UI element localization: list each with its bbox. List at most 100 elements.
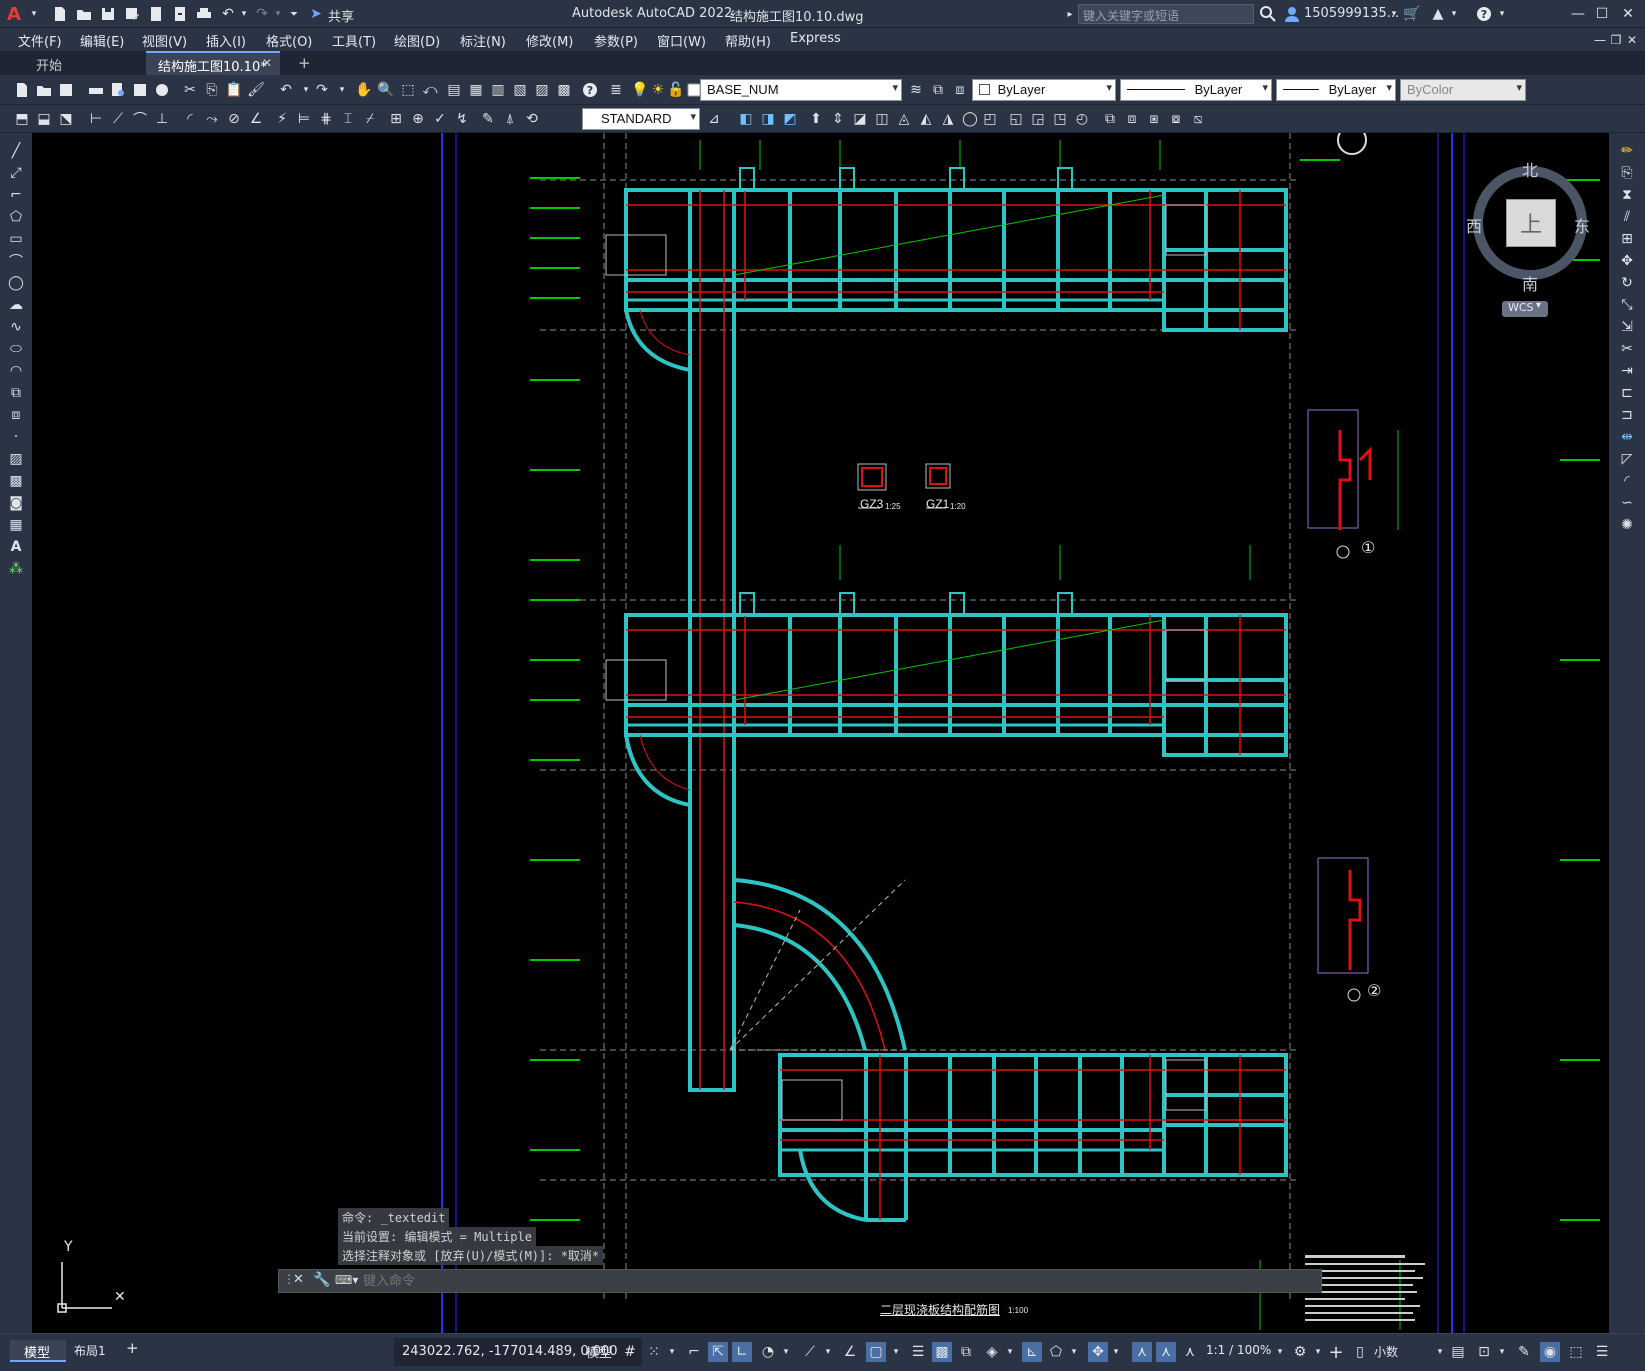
osnap-dropdown-icon[interactable]: ▾: [886, 1342, 906, 1362]
dim-break-icon[interactable]: ⌿: [360, 109, 380, 129]
layer-dropdown[interactable]: BASE_NUM ▾: [700, 79, 902, 101]
plotstyle-dropdown[interactable]: ByColor ▾: [1400, 79, 1526, 101]
match-properties-icon[interactable]: 🖌: [246, 80, 266, 100]
presspull-icon[interactable]: ⇕: [828, 109, 848, 129]
dynamic-ucs-icon[interactable]: ⊾: [1022, 1342, 1042, 1362]
auto-scale-icon[interactable]: ⋏: [1156, 1342, 1176, 1362]
preview-icon[interactable]: [108, 80, 128, 100]
design-center-icon[interactable]: ▦: [466, 80, 486, 100]
dynamic-input-icon[interactable]: ⇱: [708, 1342, 728, 1362]
break-icon[interactable]: ⊐: [1617, 405, 1637, 425]
new-file-icon[interactable]: [50, 4, 70, 24]
baseline-dim-icon[interactable]: ⊨: [294, 109, 314, 129]
clip-icon[interactable]: ⧆: [1144, 109, 1164, 129]
pan-icon[interactable]: ✋: [354, 80, 374, 100]
save-icon[interactable]: [98, 4, 118, 24]
layer-properties-icon[interactable]: ≣: [606, 80, 626, 100]
tolerance-icon[interactable]: ⊞: [386, 109, 406, 129]
menu-file[interactable]: 文件(F): [18, 31, 62, 50]
aligned-dim-icon[interactable]: ⟋: [108, 109, 128, 129]
3d-osnap-dropdown-icon[interactable]: ▾: [1000, 1342, 1020, 1362]
wcs-menu[interactable]: WCS ▾: [1502, 300, 1548, 317]
maximize-icon[interactable]: ☐: [1592, 4, 1612, 24]
array-icon[interactable]: ⊞: [1617, 229, 1637, 249]
app-dropdown-icon[interactable]: ▾: [1444, 4, 1464, 24]
gizmo-icon[interactable]: ✥: [1088, 1342, 1108, 1362]
mirror-icon[interactable]: ⧗: [1617, 185, 1637, 205]
minimize-icon[interactable]: —: [1568, 4, 1588, 24]
angular-dim-icon[interactable]: ∠: [246, 109, 266, 129]
units-icon[interactable]: ▯: [1350, 1342, 1370, 1362]
lock-ui-dropdown-icon[interactable]: ▾: [1492, 1342, 1512, 1362]
help-dropdown-icon[interactable]: ▾: [1492, 4, 1512, 24]
shell-icon[interactable]: ◮: [938, 109, 958, 129]
print-icon[interactable]: [86, 80, 106, 100]
viewcube-south[interactable]: 南: [1522, 271, 1538, 295]
close-icon[interactable]: ✕: [1618, 4, 1638, 24]
dim-edit-icon[interactable]: ✎: [478, 109, 498, 129]
center-mark-icon[interactable]: ⊕: [408, 109, 428, 129]
search-expand-icon[interactable]: ▸: [1060, 4, 1080, 24]
command-close-icon[interactable]: ✕: [293, 1272, 304, 1287]
tool-palettes-icon[interactable]: ▥: [488, 80, 508, 100]
explode-icon[interactable]: ✺: [1617, 515, 1637, 535]
color-dropdown[interactable]: ByLayer ▾: [972, 79, 1116, 101]
isodraft-dropdown-icon[interactable]: ▾: [818, 1342, 838, 1362]
properties-icon[interactable]: ▤: [444, 80, 464, 100]
lights-icon[interactable]: ◴: [1072, 109, 1092, 129]
layer-unlock-icon[interactable]: 🔓: [666, 80, 686, 100]
annotation-scale-value[interactable]: 1:1 / 100%: [1206, 1343, 1271, 1357]
inspection-icon[interactable]: ✓: [430, 109, 450, 129]
linear-dim-icon[interactable]: ⊢: [86, 109, 106, 129]
radius-dim-icon[interactable]: ◜: [180, 109, 200, 129]
tab-start[interactable]: 开始: [22, 51, 142, 75]
3d-osnap-icon[interactable]: ◈: [982, 1342, 1002, 1362]
offset-icon[interactable]: ⫽: [1617, 207, 1637, 227]
add-selected-icon[interactable]: ⁂: [6, 559, 26, 579]
selection-cycling-icon[interactable]: ⧉: [956, 1342, 976, 1362]
grid-icon[interactable]: #: [620, 1342, 640, 1362]
insert-block-icon[interactable]: ⧉: [1100, 109, 1120, 129]
selection-filter-icon[interactable]: ⬠: [1046, 1342, 1066, 1362]
make-current-layer-icon[interactable]: ≋: [906, 80, 926, 100]
polar-dropdown-icon[interactable]: ▾: [776, 1342, 796, 1362]
material-icon[interactable]: ◳: [1050, 109, 1070, 129]
sheet-set-icon[interactable]: ▧: [510, 80, 530, 100]
frames-icon[interactable]: ⧅: [1188, 109, 1208, 129]
new-tab-button[interactable]: +: [298, 54, 311, 72]
viewcube-east[interactable]: 东: [1574, 213, 1590, 237]
menu-dimension[interactable]: 标注(N): [460, 31, 506, 50]
help-search-input[interactable]: 键入关键字或短语: [1078, 4, 1254, 24]
autocad-logo-icon[interactable]: A: [4, 4, 24, 25]
spline-icon[interactable]: ∿: [6, 317, 26, 337]
menu-insert[interactable]: 插入(I): [206, 31, 246, 50]
diameter-dim-icon[interactable]: ⊘: [224, 109, 244, 129]
help-toolbar-icon[interactable]: ?: [580, 80, 600, 100]
viewcube-north[interactable]: 北: [1522, 157, 1538, 181]
plot-icon[interactable]: [194, 4, 214, 24]
command-prompt-icon[interactable]: ⌨▾: [335, 1273, 358, 1287]
fillet-icon[interactable]: ◜: [1617, 471, 1637, 491]
annotation-visibility-icon[interactable]: ⋏: [1132, 1342, 1152, 1362]
redo-list-icon[interactable]: ▾: [332, 80, 352, 100]
zoom-window-icon[interactable]: ⬚: [398, 80, 418, 100]
web-mobile-icon[interactable]: [146, 4, 166, 24]
box-icon[interactable]: ◧: [736, 109, 756, 129]
break-at-point-icon[interactable]: ⊏: [1617, 383, 1637, 403]
add-layout-button[interactable]: +: [126, 1339, 139, 1357]
scale-dropdown-icon[interactable]: ▾: [1270, 1342, 1290, 1362]
dim-style-dropdown[interactable]: STANDARD ▾: [582, 108, 700, 130]
check-icon[interactable]: ◰: [980, 109, 1000, 129]
graphics-performance-icon[interactable]: ◉: [1540, 1342, 1560, 1362]
insert-block-left-icon[interactable]: ⧉: [6, 383, 26, 403]
jogged-dim-icon[interactable]: ⤳: [202, 109, 222, 129]
help-icon[interactable]: ?: [1474, 4, 1494, 24]
units-dropdown-icon[interactable]: ▾: [1430, 1342, 1450, 1362]
zoom-previous-icon[interactable]: ⤺: [420, 80, 440, 100]
cut-icon[interactable]: ✂: [180, 80, 200, 100]
chamfer-edge-icon[interactable]: ◬: [894, 109, 914, 129]
extend-icon[interactable]: ⇥: [1617, 361, 1637, 381]
customize-icon[interactable]: 🔧: [313, 1272, 330, 1288]
jogged-linear-icon[interactable]: ↯: [452, 109, 472, 129]
units-value[interactable]: 小数: [1374, 1343, 1398, 1360]
